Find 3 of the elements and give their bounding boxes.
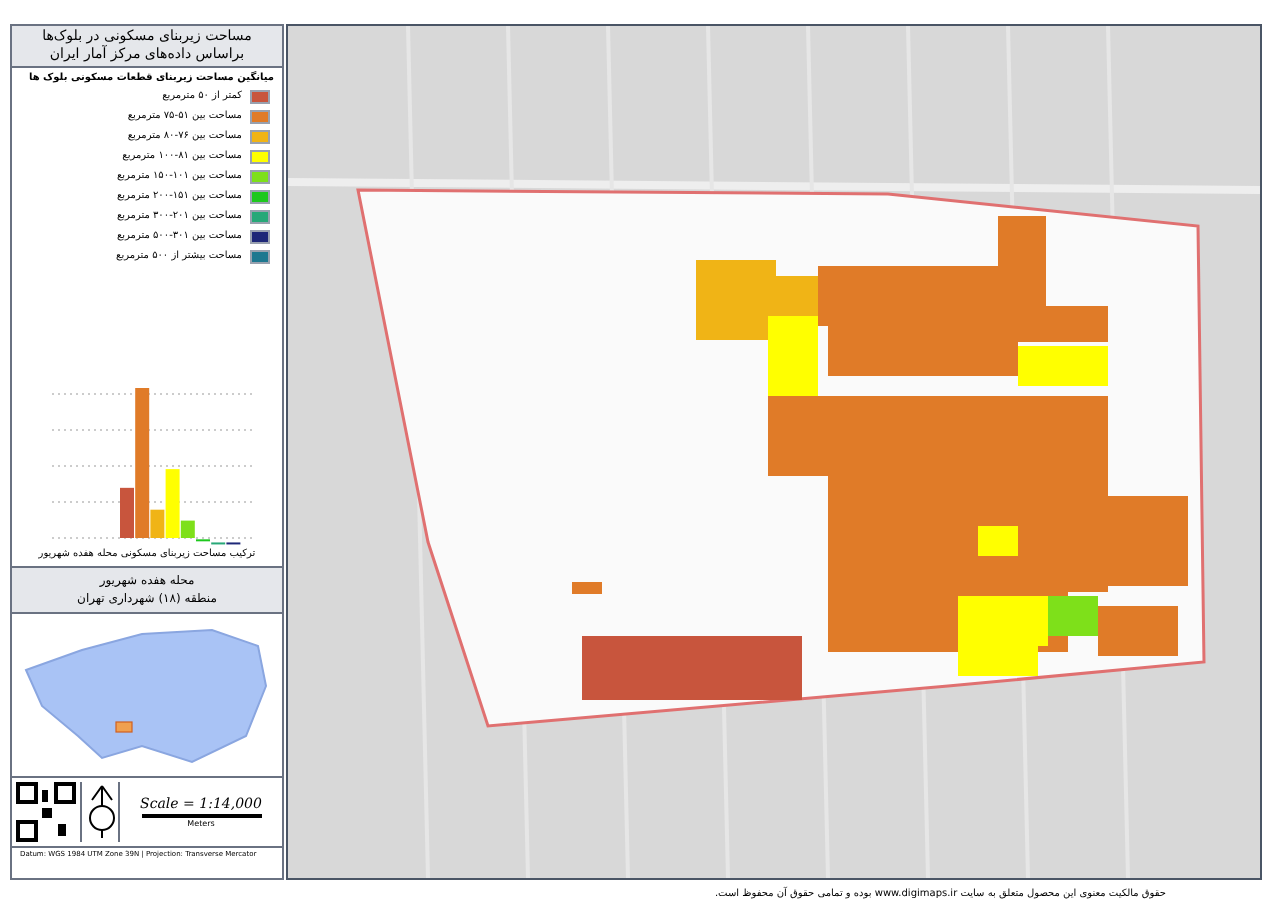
scale-bar <box>141 814 261 819</box>
qr-code-icon <box>16 782 76 842</box>
north-arrow-icon <box>80 782 120 842</box>
